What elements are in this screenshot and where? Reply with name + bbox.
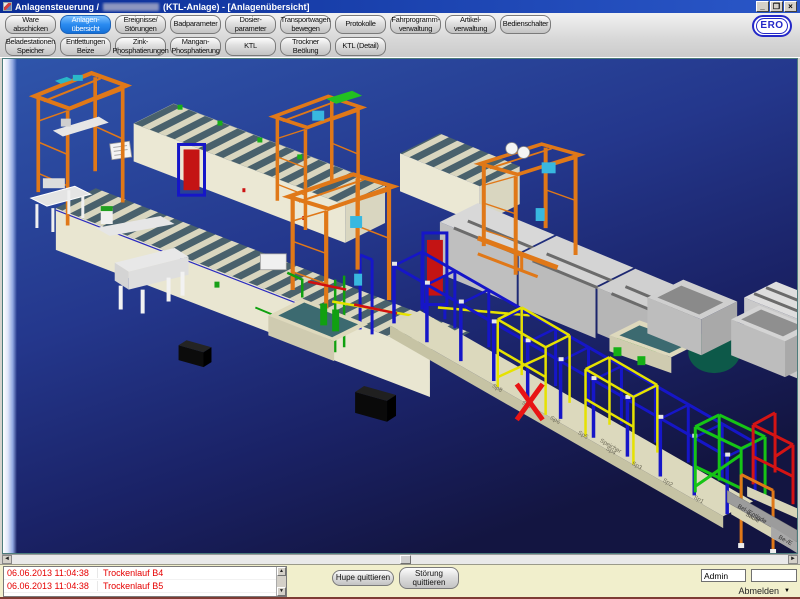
tab-zink-phosphatierungen[interactable]: Zink- Phosphatierungen xyxy=(115,37,166,56)
alarm-timestamp: 06.06.2013 11:04:38 xyxy=(4,568,98,578)
tab-fahrprogrammverwaltung[interactable]: Fahrprogramm- verwaltung xyxy=(390,15,441,34)
chevron-down-icon: ▼ xyxy=(784,588,790,594)
scroll-left-button[interactable]: ◄ xyxy=(2,555,12,564)
status-bar: 06.06.2013 11:04:38 Trockenlauf B4 06.06… xyxy=(0,564,800,599)
alarm-text: Trockenlauf B4 xyxy=(98,568,163,578)
alarm-scroll-down-button[interactable]: ▼ xyxy=(277,587,286,596)
ero-logo-text: ERO xyxy=(756,18,787,34)
tab-trockner-beoelung[interactable]: Trockner Beölung xyxy=(280,37,331,56)
minimize-button[interactable]: _ xyxy=(756,1,769,12)
acknowledge-horn-button[interactable]: Hupe quittieren xyxy=(332,570,394,586)
tab-anlagen-uebersicht[interactable]: Anlagen- übersicht xyxy=(60,15,111,34)
close-button[interactable]: × xyxy=(784,1,797,12)
horizontal-scrollbar-thumb[interactable] xyxy=(400,555,411,564)
tab-row-main: Ware abschicken Anlagen- übersicht Ereig… xyxy=(5,15,551,34)
tab-bedienschalter[interactable]: Bedienschalter xyxy=(500,15,551,34)
logout-dropdown[interactable]: Abmelden ▼ xyxy=(739,586,790,596)
window-title: Anlagensteuerung / (KTL-Anlage) - [Anlage… xyxy=(15,2,310,12)
tab-artikelverwaltung[interactable]: Artikel- verwaltung xyxy=(445,15,496,34)
tab-protokolle[interactable]: Protokolle xyxy=(335,15,386,34)
tab-transportwagen-bewegen[interactable]: Transportwagen bewegen xyxy=(280,15,331,34)
app-icon xyxy=(3,2,12,11)
tab-mangan-phosphatierung[interactable]: Mangan- Phosphatierung xyxy=(170,37,221,56)
alarm-message-row[interactable]: 06.06.2013 11:04:38 Trockenlauf B5 xyxy=(4,580,286,593)
acknowledge-fault-button[interactable]: Störung quittieren xyxy=(399,567,459,589)
window-controls: _ ❐ × xyxy=(756,1,797,12)
tab-ktl[interactable]: KTL xyxy=(225,37,276,56)
ero-logo: ERO xyxy=(752,15,792,37)
horizontal-scrollbar[interactable]: ◄ ► xyxy=(2,554,798,564)
tab-ereignisse-stoerungen[interactable]: Ereignisse/ Störungen xyxy=(115,15,166,34)
plant-3d-scene: Sp8 Sp7 Sp6 Sp5 Speicher Sp4 Sp3 Sp2 Sp1… xyxy=(3,59,797,553)
tab-beladestationen-speicher[interactable]: Beladestationen Speicher xyxy=(5,37,56,56)
plant-3d-viewport[interactable]: Sp8 Sp7 Sp6 Sp5 Speicher Sp4 Sp3 Sp2 Sp1… xyxy=(2,58,798,554)
redacted-company-name xyxy=(103,3,159,11)
tab-ktl-detail[interactable]: KTL (Detail) xyxy=(335,37,386,56)
tab-row-stations: Beladestationen Speicher Entfettungen Be… xyxy=(5,37,386,56)
window-title-prefix: Anlagensteuerung / xyxy=(15,2,99,12)
alarm-text: Trockenlauf B5 xyxy=(98,581,163,591)
scene-left-glow xyxy=(3,59,17,553)
password-field[interactable] xyxy=(751,569,797,582)
alarm-message-list[interactable]: 06.06.2013 11:04:38 Trockenlauf B4 06.06… xyxy=(3,566,287,597)
scroll-right-button[interactable]: ► xyxy=(788,555,798,564)
username-field[interactable] xyxy=(701,569,746,582)
alarm-timestamp: 06.06.2013 11:04:38 xyxy=(4,581,98,591)
title-bar: Anlagensteuerung / (KTL-Anlage) - [Anlage… xyxy=(0,0,800,13)
alarm-scroll-up-button[interactable]: ▲ xyxy=(277,567,286,576)
alarm-list-scrollbar[interactable]: ▲ ▼ xyxy=(276,567,286,596)
tab-dosierparameter[interactable]: Dosier- parameter xyxy=(225,15,276,34)
restore-button[interactable]: ❐ xyxy=(770,1,783,12)
tab-entfettungen-beize[interactable]: Entfettungen Beize xyxy=(60,37,111,56)
info-sign xyxy=(110,141,132,160)
logout-label: Abmelden xyxy=(739,586,780,596)
tab-badparameter[interactable]: Badparameter xyxy=(170,15,221,34)
window-title-suffix: (KTL-Anlage) - [Anlagenübersicht] xyxy=(163,2,310,12)
tab-ware-abschicken[interactable]: Ware abschicken xyxy=(5,15,56,34)
application-window: Anlagensteuerung / (KTL-Anlage) - [Anlage… xyxy=(0,0,800,599)
alarm-message-row[interactable]: 06.06.2013 11:04:38 Trockenlauf B4 xyxy=(4,567,286,580)
toolbar: Ware abschicken Anlagen- übersicht Ereig… xyxy=(0,13,800,58)
